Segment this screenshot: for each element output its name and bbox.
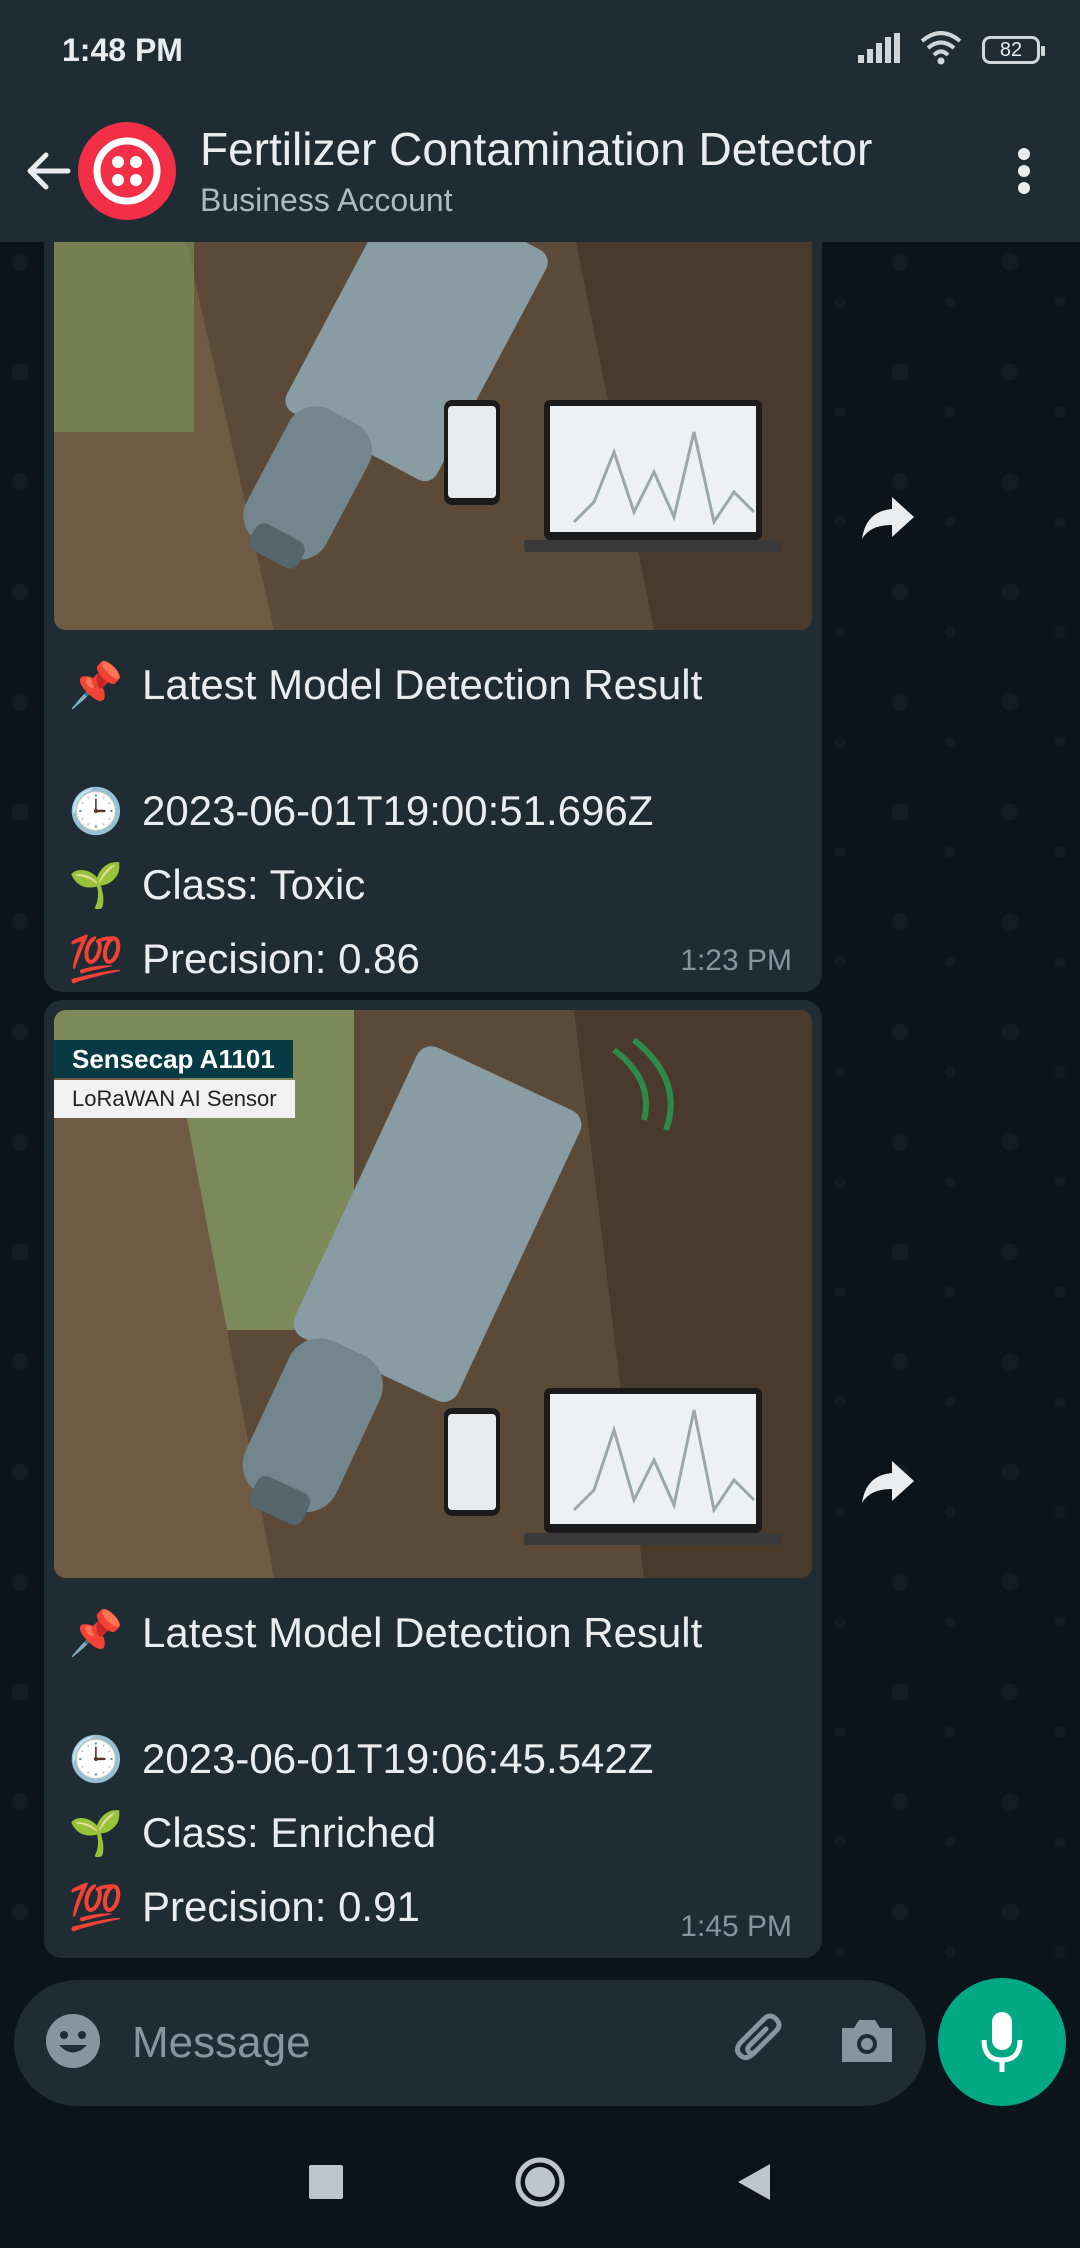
contact-name: Fertilizer Contamination Detector: [200, 123, 873, 176]
wifi-icon: [920, 30, 962, 70]
contact-subtitle: Business Account: [200, 181, 453, 218]
seedling-icon: 🌱: [68, 861, 124, 910]
more-options-icon[interactable]: [994, 131, 1054, 211]
detection-timestamp: 2023-06-01T19:06:45.542Z: [142, 1735, 654, 1782]
message-input[interactable]: [130, 2017, 732, 2069]
image-caption-title: Sensecap A1101: [54, 1040, 293, 1078]
message-time: 1:45 PM: [680, 1910, 792, 1943]
message-line-heading: 📌 Latest Model Detection Result: [54, 1596, 812, 1670]
clock-icon: 🕒: [68, 787, 124, 836]
message-line-timestamp: 🕒 2023-06-01T19:00:51.696Z: [54, 774, 812, 848]
detection-precision: Precision: 0.86: [142, 935, 420, 982]
system-nav-bar: [0, 2120, 1080, 2248]
message-line-class: 🌱 Class: Enriched: [54, 1796, 812, 1870]
avatar[interactable]: [78, 122, 176, 220]
pushpin-icon: 📌: [68, 661, 124, 710]
status-icons: 82: [858, 30, 1045, 70]
recents-button[interactable]: [308, 2164, 344, 2205]
voice-message-button[interactable]: [938, 1978, 1066, 2106]
detection-class: Class: Enriched: [142, 1809, 437, 1856]
emoji-icon[interactable]: [44, 2012, 102, 2075]
sensor-photo-illustration: [54, 242, 812, 630]
message-line-heading: 📌 Latest Model Detection Result: [54, 648, 812, 722]
message-bubble[interactable]: 📌 Latest Model Detection Result 🕒 2023-0…: [44, 242, 822, 992]
seedling-icon: 🌱: [68, 1809, 124, 1858]
message-composer: [14, 1980, 926, 2106]
message-heading: Latest Model Detection Result: [142, 1609, 703, 1656]
message-line-class: 🌱 Class: Toxic: [54, 848, 812, 922]
microphone-icon: [981, 2012, 1023, 2072]
hundred-points-icon: 💯: [68, 935, 124, 984]
forward-icon[interactable]: [858, 488, 918, 548]
detection-timestamp: 2023-06-01T19:00:51.696Z: [142, 787, 654, 834]
message-time: 1:23 PM: [680, 944, 792, 977]
clock-icon: 🕒: [68, 1735, 124, 1784]
home-button[interactable]: [514, 2156, 566, 2213]
twilio-logo-icon: [93, 137, 161, 205]
attachment-icon[interactable]: [732, 2013, 788, 2074]
camera-icon[interactable]: [838, 2016, 896, 2071]
image-caption-subtitle: LoRaWAN AI Sensor: [54, 1080, 295, 1118]
pushpin-icon: 📌: [68, 1609, 124, 1658]
device-photo[interactable]: Sensecap A1101 LoRaWAN AI Sensor: [54, 1010, 812, 1578]
detection-precision: Precision: 0.91: [142, 1883, 420, 1930]
forward-icon[interactable]: [858, 1452, 918, 1512]
status-time: 1:48 PM: [62, 31, 183, 68]
back-button[interactable]: [736, 2162, 772, 2207]
chat-header: Fertilizer Contamination Detector Busine…: [0, 100, 1080, 242]
signal-icon: [858, 32, 900, 68]
chat-area[interactable]: 📌 Latest Model Detection Result 🕒 2023-0…: [0, 242, 1080, 1987]
header-text[interactable]: Fertilizer Contamination Detector Busine…: [200, 123, 994, 219]
hundred-points-icon: 💯: [68, 1883, 124, 1932]
back-arrow-icon[interactable]: [18, 141, 78, 201]
message-heading: Latest Model Detection Result: [142, 661, 703, 708]
message-bubble[interactable]: Sensecap A1101 LoRaWAN AI Sensor 📌 Lates…: [44, 1000, 822, 1958]
message-line-timestamp: 🕒 2023-06-01T19:06:45.542Z: [54, 1722, 812, 1796]
battery-indicator: 82: [982, 36, 1045, 64]
detection-class: Class: Toxic: [142, 861, 366, 908]
device-photo[interactable]: [54, 242, 812, 630]
status-bar: 1:48 PM 82: [0, 0, 1080, 100]
